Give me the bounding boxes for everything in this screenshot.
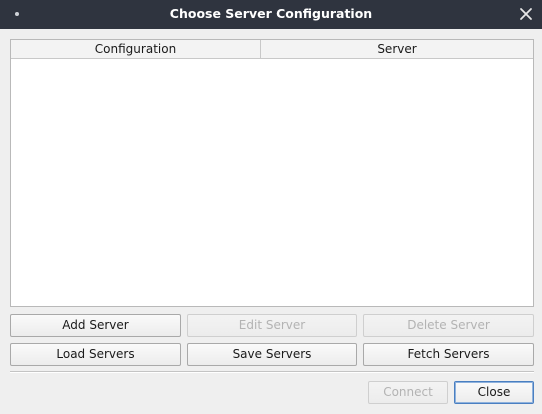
separator <box>10 371 534 373</box>
edit-server-button[interactable]: Edit Server <box>187 314 357 337</box>
connect-button[interactable]: Connect <box>368 381 448 404</box>
table-body[interactable] <box>11 59 533 306</box>
column-header-configuration[interactable]: Configuration <box>11 40 261 58</box>
load-servers-button[interactable]: Load Servers <box>10 343 181 366</box>
delete-server-button[interactable]: Delete Server <box>363 314 534 337</box>
table-header: Configuration Server <box>11 40 533 59</box>
column-header-server[interactable]: Server <box>261 40 533 58</box>
server-table[interactable]: Configuration Server <box>10 39 534 307</box>
add-server-button[interactable]: Add Server <box>10 314 181 337</box>
save-servers-button[interactable]: Save Servers <box>187 343 357 366</box>
close-button[interactable]: Close <box>454 381 534 404</box>
close-icon[interactable] <box>518 6 534 22</box>
title-bar: Choose Server Configuration <box>0 0 542 29</box>
fetch-servers-button[interactable]: Fetch Servers <box>363 343 534 366</box>
window-title: Choose Server Configuration <box>169 6 373 21</box>
